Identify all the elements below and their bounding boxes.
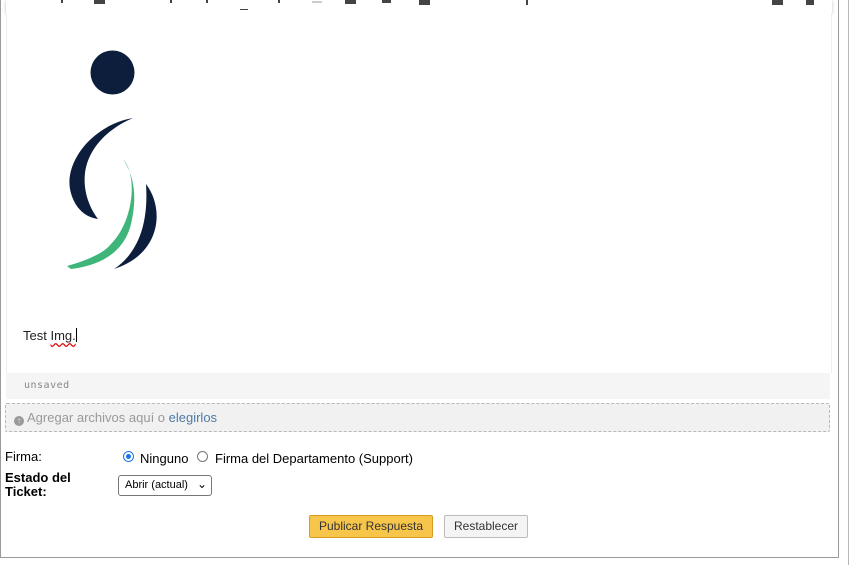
choose-files-link[interactable]: elegirlos (169, 410, 217, 425)
toolbar-button[interactable] (170, 0, 172, 3)
editor-toolbar (6, 0, 832, 13)
toolbar-button[interactable] (345, 0, 356, 4)
page-scrollbar-edge (848, 0, 849, 565)
dropzone-text: Agregar archivos aquí o (27, 410, 169, 425)
toolbar-button[interactable] (94, 0, 105, 4)
toolbar-button[interactable] (526, 0, 528, 5)
misspelled-word: Img. (50, 328, 76, 343)
toolbar-button[interactable] (312, 1, 322, 3)
toolbar-button[interactable] (240, 9, 248, 10)
signature-radio-none[interactable] (123, 451, 134, 462)
draft-status: unsaved (24, 380, 70, 391)
ticket-status-value: Abrir (actual) (125, 479, 188, 491)
rich-text-editor[interactable]: Test Img. (6, 13, 832, 373)
toolbar-button[interactable] (806, 0, 814, 5)
signature-label: Firma: (5, 449, 42, 464)
ticket-status-label: Estado del Ticket: (5, 470, 71, 499)
editor-body-text[interactable]: Test Img. (23, 328, 77, 343)
toolbar-button[interactable] (278, 0, 280, 3)
toolbar-button[interactable] (61, 0, 63, 3)
signature-option-department-label[interactable]: Firma del Departamento (Support) (215, 451, 413, 466)
signature-option-none-label[interactable]: Ninguno (140, 451, 188, 466)
post-reply-button[interactable]: Publicar Respuesta (309, 515, 433, 538)
signature-radio-department[interactable] (197, 451, 208, 462)
toolbar-button[interactable] (206, 0, 208, 3)
reset-button[interactable]: Restablecer (444, 515, 528, 538)
toolbar-button[interactable] (419, 0, 430, 5)
editor-body-prefix: Test (23, 328, 51, 343)
text-caret (75, 328, 77, 342)
chevron-down-icon: ⌄ (196, 477, 207, 491)
toolbar-button[interactable] (382, 0, 391, 3)
ticket-status-select[interactable]: Abrir (actual) ⌄ (118, 475, 212, 496)
company-logo-image (67, 50, 157, 269)
file-dropzone[interactable]: ↑ Agregar archivos aquí o elegirlos (5, 403, 830, 432)
editor-status-bar: unsaved (6, 373, 830, 399)
toolbar-button[interactable] (772, 0, 783, 5)
upload-circle-icon: ↑ (14, 416, 24, 426)
